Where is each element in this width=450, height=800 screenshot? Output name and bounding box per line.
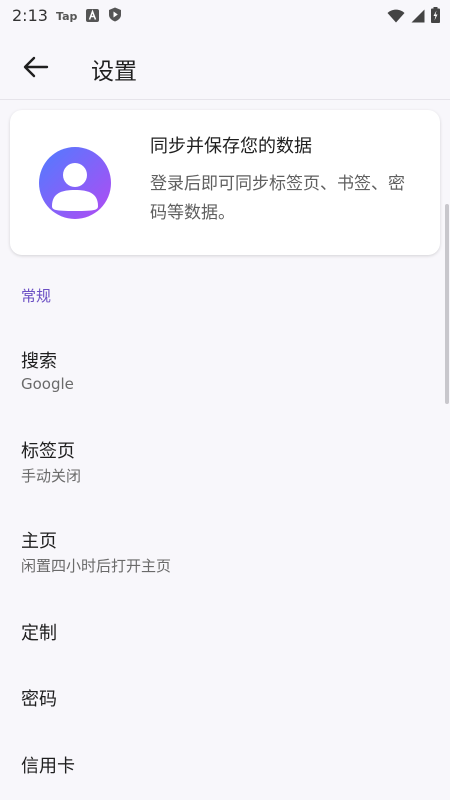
a-box-icon [86,7,100,26]
status-time: 2:13 [12,6,48,25]
setting-title: 密码 [21,689,57,710]
setting-passwords[interactable]: 密码 [0,671,440,727]
signal-icon [411,8,425,27]
setting-credit-cards[interactable]: 信用卡 [0,738,440,794]
sync-card-title: 同步并保存您的数据 [150,136,312,157]
battery-charging-icon [431,7,440,27]
account-avatar-icon [38,146,112,220]
setting-title: 信用卡 [21,756,75,777]
status-icons-right [387,7,440,27]
setting-subtitle: Google [21,375,74,393]
setting-tabs[interactable]: 标签页 手动关闭 [0,425,440,505]
setting-title: 定制 [21,623,57,644]
page-title: 设置 [91,59,137,85]
setting-subtitle: 手动关闭 [21,467,82,485]
arrow-back-icon [23,56,49,78]
setting-title: 搜索 [21,351,57,372]
setting-subtitle: 闲置四小时后打开主页 [21,557,172,575]
sync-sign-in-card[interactable]: 同步并保存您的数据 登录后即可同步标签页、书签、密码等数据。 [10,110,440,255]
setting-title: 标签页 [21,441,75,462]
back-button[interactable] [16,47,56,87]
setting-title: 主页 [21,531,57,552]
status-bar: 2:13 Tap [0,0,450,32]
section-header-general: 常规 [21,287,52,305]
scrollbar[interactable] [444,100,450,800]
setting-homepage[interactable]: 主页 闲置四小时后打开主页 [0,515,440,595]
app-bar-divider [0,99,450,100]
sync-card-description: 登录后即可同步标签页、书签、密码等数据。 [150,174,405,223]
scrollbar-thumb[interactable] [445,204,449,404]
wifi-icon [387,8,405,27]
app-bar: 设置 [0,32,450,100]
setting-search[interactable]: 搜索 Google [0,335,440,415]
setting-customize[interactable]: 定制 [0,605,440,661]
shield-play-icon [108,7,122,26]
status-icons-left: Tap [56,7,122,26]
tap-notification-icon: Tap [56,10,78,23]
